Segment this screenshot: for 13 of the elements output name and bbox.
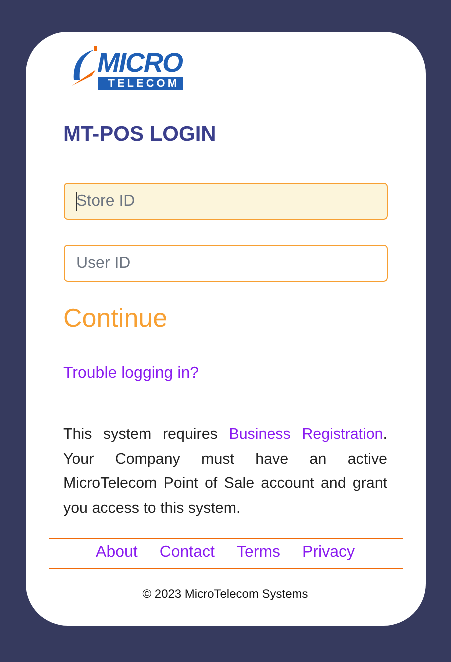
text-field[interactable]: User ID <box>64 245 388 282</box>
login-title: MT-POS LOGIN <box>64 123 218 147</box>
trouble-link[interactable]: Trouble logging in? <box>64 365 199 383</box>
notice-paragraph: This system requires Business Registration. Your Company must have an active MicroTelecom Point of Sale account and grant you access to this system. <box>64 425 388 518</box>
text-field[interactable]: Store ID <box>64 183 388 220</box>
footer-link[interactable]: Privacy <box>302 544 355 562</box>
footer-link[interactable]: Contact <box>160 544 215 562</box>
copyright-text: © 2023 MicroTelecom Systems <box>142 587 310 601</box>
footer-link[interactable]: About <box>96 544 138 562</box>
footer-link[interactable]: Terms <box>236 544 281 562</box>
logo-subtitle: TELECOM <box>98 77 182 90</box>
logo-wordmark: MICRO <box>98 49 182 77</box>
registration-link[interactable]: Business Registration <box>229 426 384 443</box>
